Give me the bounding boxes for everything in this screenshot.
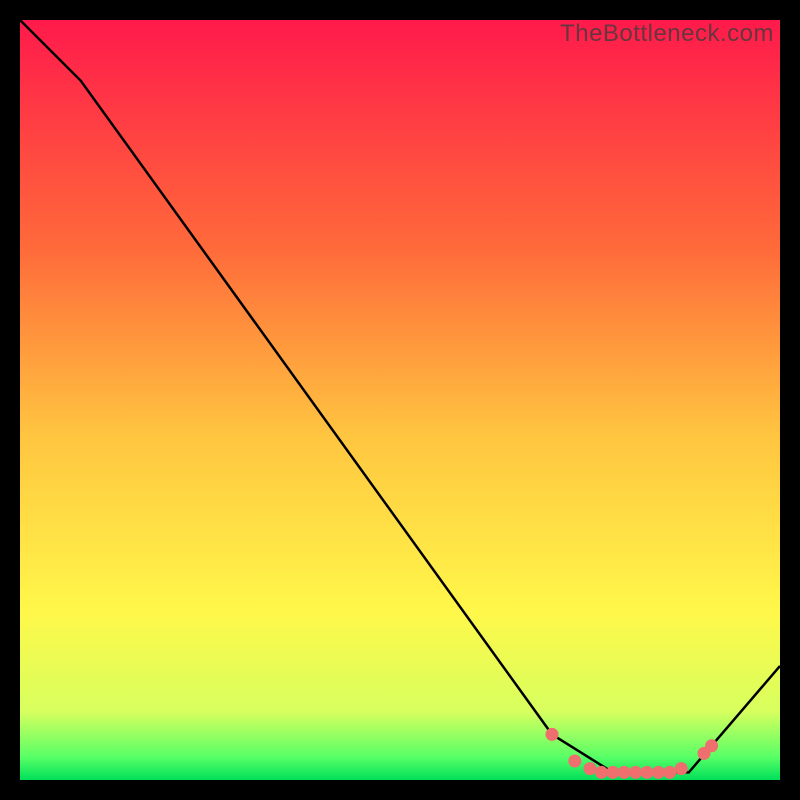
marker-dot [641,766,654,779]
marker-dot [618,766,631,779]
marker-dot [595,766,608,779]
marker-dot [629,766,642,779]
marker-dot [546,728,559,741]
marker-dot [705,739,718,752]
marker-dot [663,766,676,779]
chart-overlay [20,20,780,780]
marker-dot [652,766,665,779]
bottleneck-markers [546,728,719,779]
marker-dot [675,762,688,775]
marker-dot [606,766,619,779]
bottleneck-curve-path [20,20,780,772]
marker-dot [568,755,581,768]
chart-frame: TheBottleneck.com [20,20,780,780]
marker-dot [584,762,597,775]
